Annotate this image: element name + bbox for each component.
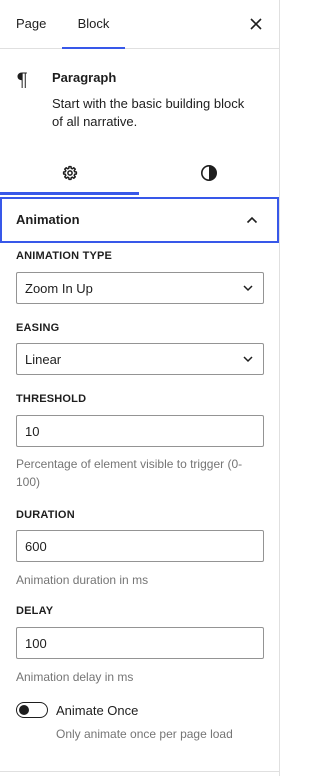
duration-value: 600 — [25, 539, 47, 554]
block-card: ¶ Paragraph Start with the basic buildin… — [0, 49, 279, 149]
tab-page[interactable]: Page — [16, 0, 46, 48]
easing-value: Linear — [25, 352, 62, 367]
animation-type-value: Zoom In Up — [25, 281, 93, 296]
close-icon — [250, 18, 262, 30]
paragraph-icon: ¶ — [16, 69, 29, 91]
divider — [0, 771, 279, 772]
panel-title: Animation — [16, 212, 80, 227]
easing-select[interactable]: Linear — [16, 343, 264, 375]
sidebar-tabs: Page Block — [0, 0, 279, 49]
chevron-down-icon — [239, 279, 257, 297]
threshold-value: 10 — [25, 424, 40, 439]
delay-label: Delay — [16, 605, 54, 617]
sidebar-border — [279, 0, 280, 776]
tab-block-label: Block — [77, 16, 110, 31]
delay-input[interactable]: 100 — [16, 627, 264, 659]
duration-input[interactable]: 600 — [16, 530, 264, 562]
gear-icon — [62, 165, 77, 180]
chevron-down-icon — [239, 350, 257, 368]
delay-help: Animation delay in ms — [16, 670, 134, 684]
half-circle-contrast-icon — [200, 164, 217, 181]
delay-value: 100 — [25, 636, 47, 651]
chevron-up-icon — [240, 208, 264, 232]
tab-styles[interactable] — [139, 150, 278, 195]
duration-label: Duration — [16, 509, 75, 521]
toggle-knob — [19, 705, 29, 715]
tab-block[interactable]: Block — [62, 0, 125, 49]
block-title: Paragraph — [52, 70, 117, 85]
animation-type-label: Animation Type — [16, 250, 113, 262]
duration-help: Animation duration in ms — [16, 573, 149, 587]
threshold-input[interactable]: 10 — [16, 415, 264, 447]
close-button[interactable] — [244, 12, 268, 36]
animation-type-select[interactable]: Zoom In Up — [16, 272, 264, 304]
animate-once-label: Animate Once — [56, 703, 139, 718]
block-inspector-sidebar: Page Block ¶ Paragraph Start with the ba… — [0, 0, 279, 776]
active-sub-tab-indicator — [0, 192, 139, 195]
block-description: Start with the basic building block of a… — [52, 96, 245, 129]
animate-once-help: Only animate once per page load — [56, 727, 233, 741]
animation-panel-toggle[interactable]: Animation — [0, 197, 279, 243]
inspector-sub-tabs — [0, 150, 279, 197]
tab-settings[interactable] — [0, 150, 139, 195]
easing-label: Easing — [16, 322, 60, 334]
animate-once-toggle[interactable] — [16, 702, 48, 718]
threshold-label: Threshold — [16, 393, 87, 405]
threshold-help: Percentage of element visible to trigger… — [16, 457, 243, 489]
